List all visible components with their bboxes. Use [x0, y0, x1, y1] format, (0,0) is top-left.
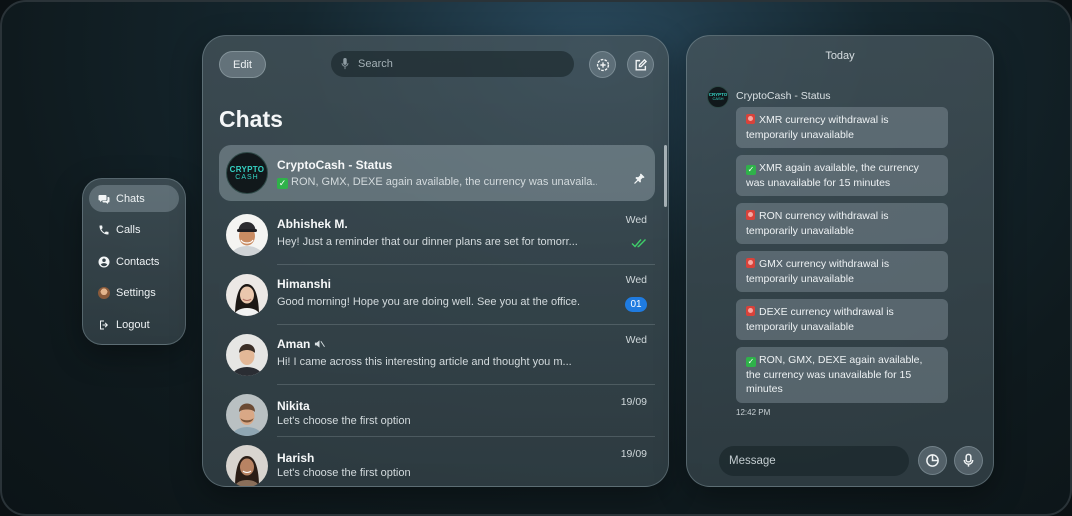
nav-item-calls[interactable]: Calls — [89, 217, 179, 244]
nav-item-chats[interactable]: Chats — [89, 185, 179, 212]
add-circle-icon — [596, 58, 609, 71]
chat-bubbles-icon — [98, 193, 110, 205]
edit-button[interactable]: Edit — [219, 51, 266, 78]
chat-preview: ✓ RON, GMX, DEXE again available, the cur… — [277, 176, 597, 189]
check-mark-icon: ✓ — [746, 165, 756, 175]
sticker-icon — [926, 454, 939, 467]
sender-name: CryptoCash - Status — [736, 90, 831, 102]
chat-preview: Good morning! Hope you are doing well. S… — [277, 296, 581, 308]
double-check-icon — [631, 239, 646, 248]
avatar — [226, 274, 268, 316]
nav-label: Contacts — [116, 255, 160, 268]
chat-time: Wed — [625, 334, 647, 346]
chat-row-nikita[interactable]: Nikita Let's choose the first option 19/… — [219, 385, 655, 437]
chat-preview: Hi! I came across this interesting artic… — [277, 356, 572, 368]
page-title: Chats — [219, 106, 283, 132]
nav-label: Chats — [116, 192, 145, 205]
message-bubble: DEXE currency withdrawal is temporarily … — [736, 299, 948, 340]
chat-list-scrollbar[interactable] — [664, 145, 667, 207]
nav-item-logout[interactable]: Logout — [89, 311, 179, 338]
chat-preview: Let's choose the first option — [277, 467, 411, 479]
chat-preview: Hey! Just a reminder that our dinner pla… — [277, 236, 578, 248]
cryptocash-logo: CRYPTO CASH — [226, 152, 268, 194]
check-mark-icon: ✓ — [277, 178, 288, 189]
microphone-icon — [963, 453, 974, 467]
app-window: Chats Calls Contacts Settings Logout Edi… — [0, 0, 1072, 516]
nav-item-contacts[interactable]: Contacts — [89, 248, 179, 275]
chat-name: Aman — [277, 337, 326, 351]
phone-icon — [98, 224, 110, 236]
chat-name: Abhishek M. — [277, 217, 348, 231]
chat-preview: Let's choose the first option — [277, 415, 411, 427]
message-bubble: RON currency withdrawal is temporarily u… — [736, 203, 948, 244]
compose-icon — [634, 58, 647, 71]
search-bar — [331, 51, 574, 77]
message-bubble: XMR currency withdrawal is temporarily u… — [736, 107, 948, 148]
chat-name: Harish — [277, 451, 315, 465]
avatar — [226, 394, 268, 436]
chat-name: Himanshi — [277, 277, 332, 291]
message-bubble: ✓ RON, GMX, DEXE again available, the cur… — [736, 347, 948, 403]
voice-button[interactable] — [954, 446, 983, 475]
alert-icon — [746, 306, 755, 316]
alert-icon — [746, 114, 755, 124]
message-time: 12:42 PM — [736, 407, 771, 417]
message-list: XMR currency withdrawal is temporarily u… — [736, 107, 948, 417]
chat-list: CRYPTO CASH CryptoCash - Status ✓ RON, GM… — [219, 145, 655, 486]
new-story-button[interactable] — [589, 51, 616, 78]
conversation-panel: Today CRYPTO CASH CryptoCash - Status XM… — [686, 35, 994, 487]
chats-panel: Edit Chats CRYPTO CASH CryptoCash - Stat… — [202, 35, 669, 487]
chat-row-cryptocash[interactable]: CRYPTO CASH CryptoCash - Status ✓ RON, GM… — [219, 145, 655, 201]
message-bubble: ✓ XMR again available, the currency was u… — [736, 155, 948, 196]
compose-button[interactable] — [627, 51, 654, 78]
chat-row-aman[interactable]: Aman Hi! I came across this interesting … — [219, 325, 655, 385]
nav-label: Settings — [116, 287, 156, 299]
sticker-button[interactable] — [918, 446, 947, 475]
nav-item-settings[interactable]: Settings — [89, 280, 179, 307]
unread-badge: 01 — [625, 297, 647, 312]
nav-label: Calls — [116, 224, 141, 236]
avatar — [226, 334, 268, 376]
avatar — [226, 214, 268, 256]
alert-icon — [746, 258, 755, 268]
date-separator: Today — [825, 50, 855, 62]
chat-row-harish[interactable]: Harish Let's choose the first option 19/… — [219, 437, 655, 486]
message-bubble: GMX currency withdrawal is temporarily u… — [736, 251, 948, 292]
chat-time: 19/09 — [620, 396, 647, 408]
avatar-icon — [98, 287, 110, 299]
nav-label: Logout — [116, 318, 150, 331]
pin-icon — [634, 173, 645, 184]
microphone-icon[interactable] — [340, 58, 350, 70]
message-input[interactable] — [719, 446, 909, 476]
chat-time: Wed — [625, 274, 647, 286]
check-mark-icon: ✓ — [746, 357, 756, 367]
chat-row-abhishek[interactable]: Abhishek M. Hey! Just a reminder that ou… — [219, 205, 655, 265]
side-navigation: Chats Calls Contacts Settings Logout — [82, 178, 186, 345]
search-input[interactable] — [358, 58, 558, 70]
muted-icon — [315, 340, 326, 348]
cryptocash-logo: CRYPTO CASH — [707, 86, 729, 108]
person-icon — [98, 256, 110, 268]
alert-icon — [746, 210, 755, 220]
chat-time: Wed — [625, 214, 647, 226]
chat-row-himanshi[interactable]: Himanshi Good morning! Hope you are doin… — [219, 265, 655, 325]
logout-icon — [98, 319, 110, 331]
chat-time: 19/09 — [620, 448, 647, 460]
chat-name: CryptoCash - Status — [277, 158, 393, 172]
avatar — [226, 445, 268, 486]
chat-name: Nikita — [277, 399, 310, 413]
